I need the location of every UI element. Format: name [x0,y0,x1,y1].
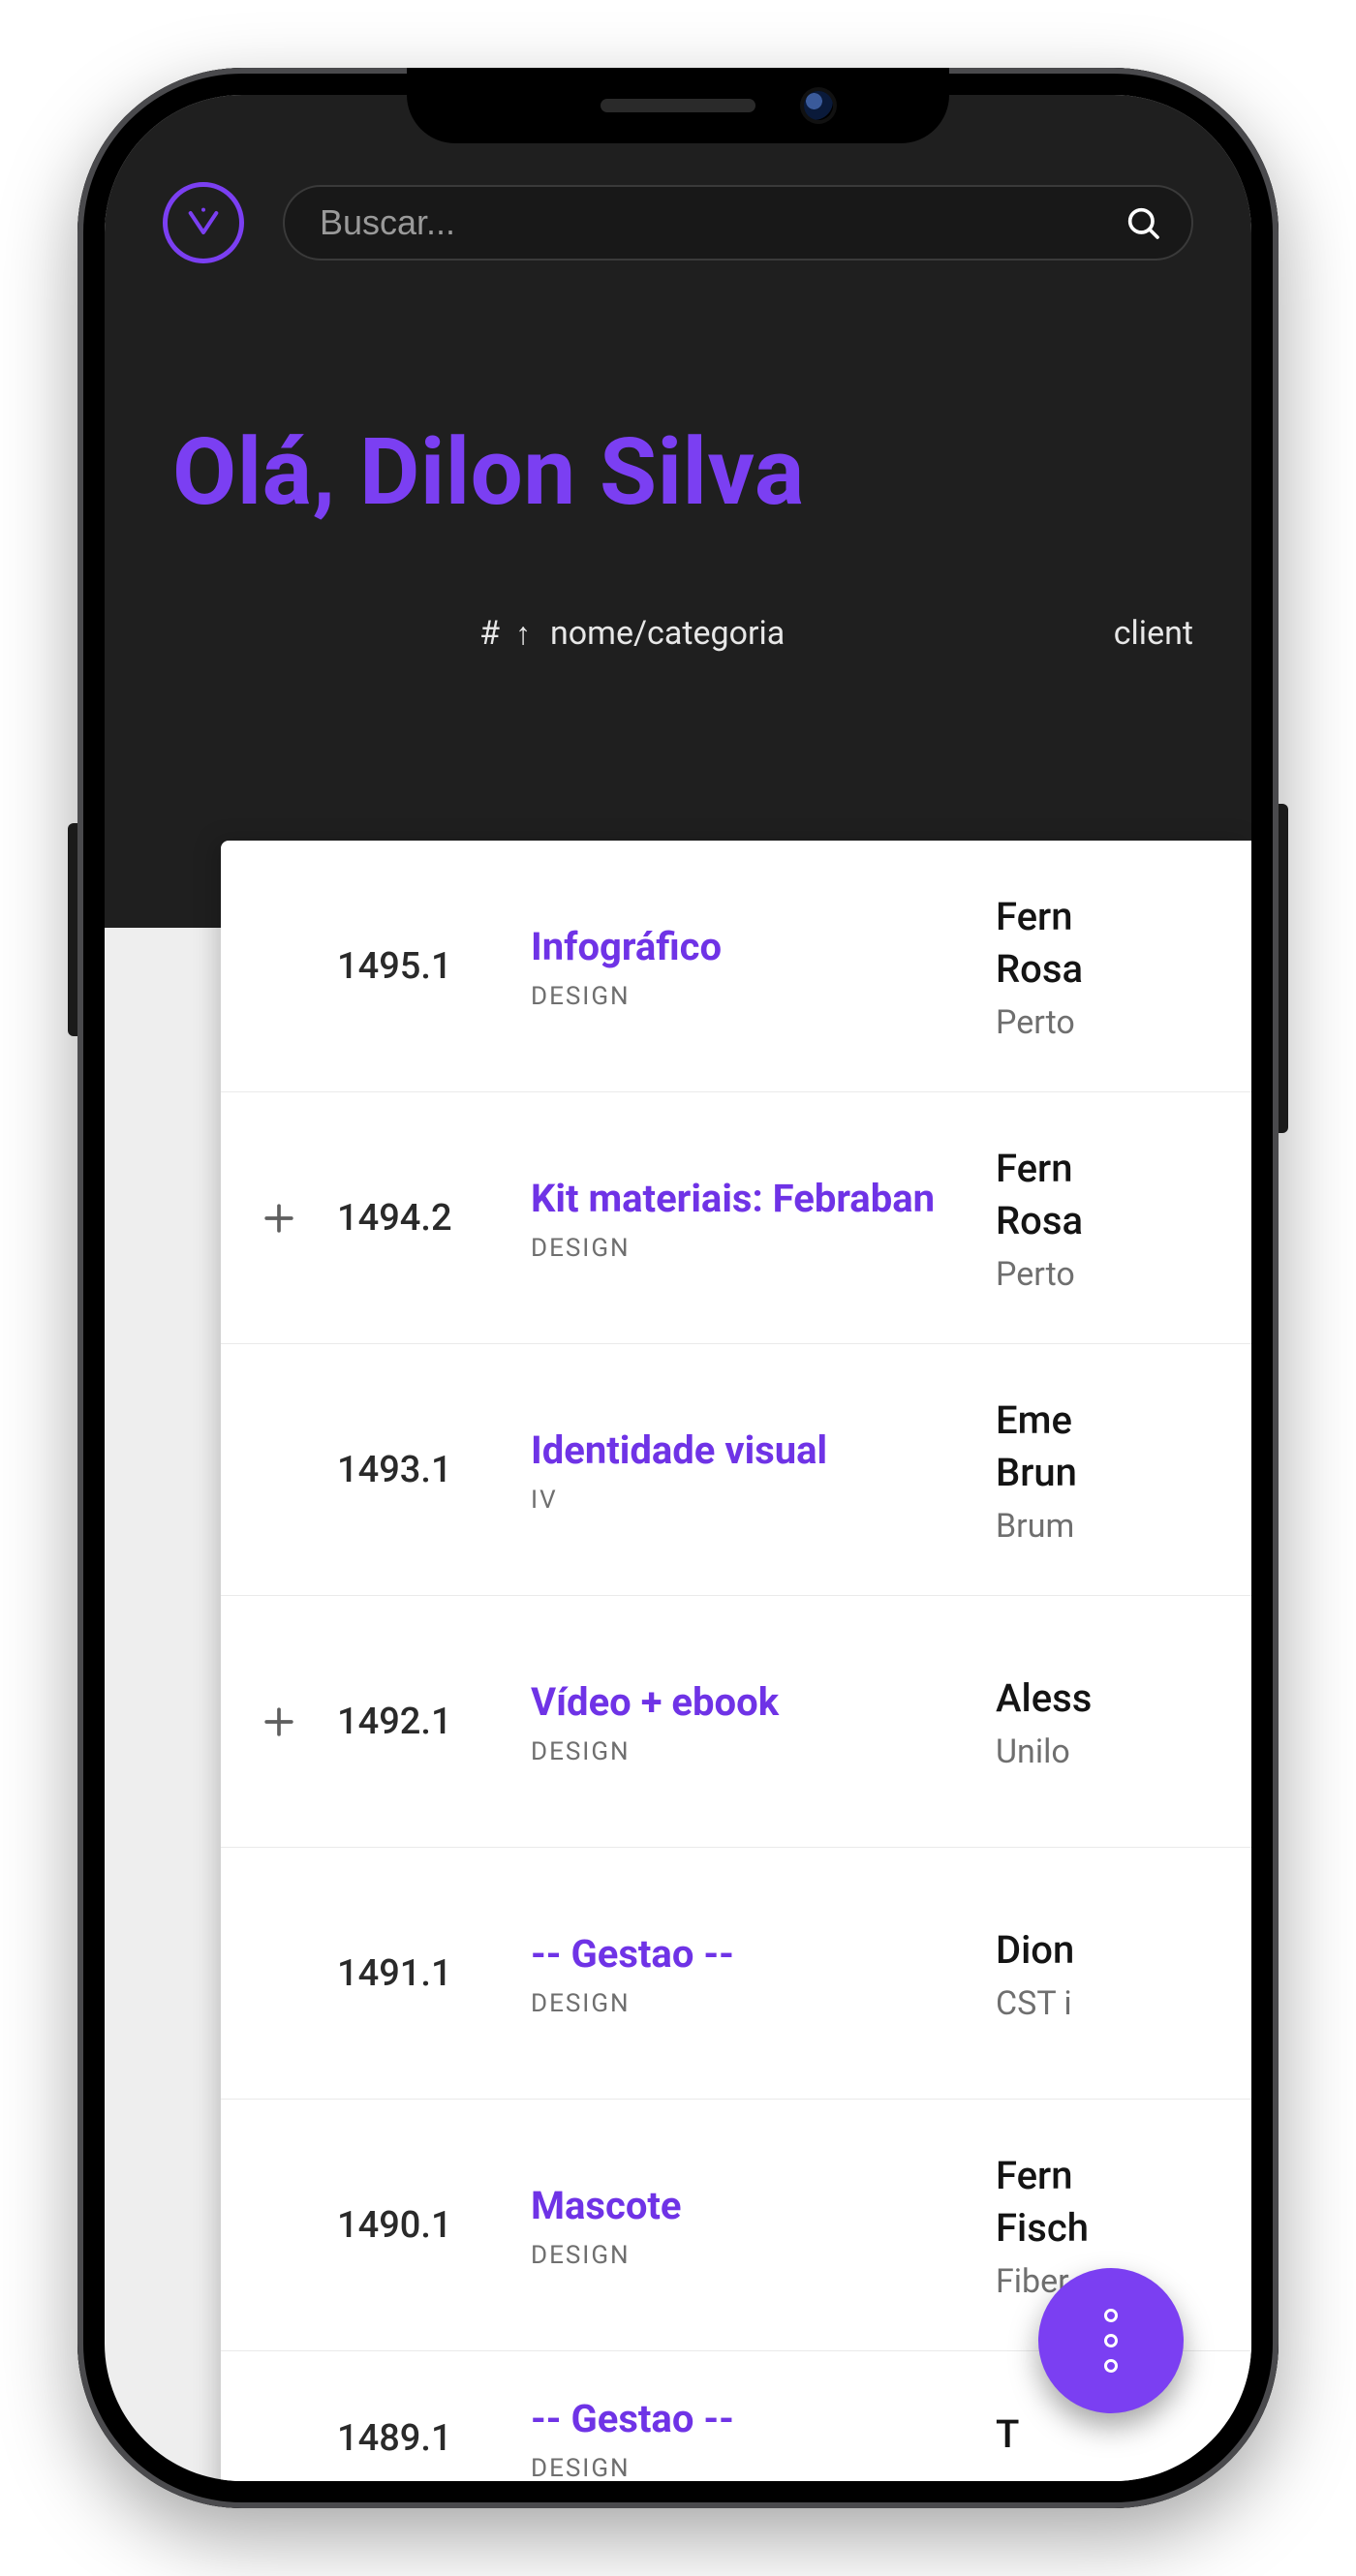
top-bar [163,153,1193,263]
table-row[interactable]: 1493.1 Identidade visual IV Eme Brun Bru… [221,1344,1251,1596]
plus-icon [258,1197,300,1240]
phone-camera [804,91,833,120]
row-client-cell: Aless Unilo [996,1672,1251,1771]
row-name[interactable]: Vídeo + ebook [531,1677,972,1728]
row-name-cell: Identidade visual IV [531,1426,996,1515]
row-name-cell: Kit materiais: Febraban DESIGN [531,1174,996,1263]
row-client-sub: Perto [996,1003,1242,1042]
table-row[interactable]: 1494.2 Kit materiais: Febraban DESIGN Fe… [221,1092,1251,1344]
row-category: IV [531,1486,972,1515]
row-name-cell: Mascote DESIGN [531,2181,996,2270]
row-id: 1491.1 [337,1952,531,1995]
table-row[interactable]: 1495.1 Infográfico DESIGN Fern Rosa Pert… [221,841,1251,1092]
logo-v-icon [184,203,223,242]
row-client-line1: Fern [996,891,1242,943]
row-client-cell: Dion CST i [996,1924,1251,2023]
row-client-sub: Perto [996,1255,1242,1294]
app-header: Olá, Dilon Silva # ↑ nome/categoria clie… [105,95,1251,928]
row-id: 1489.1 [337,2417,531,2460]
row-category: DESIGN [531,982,972,1011]
row-name[interactable]: Kit materiais: Febraban [531,1174,972,1224]
row-category: DESIGN [531,2454,972,2481]
row-name[interactable]: Mascote [531,2181,972,2231]
phone-notch [407,68,949,143]
row-client-line2: Rosa [996,1195,1242,1247]
row-name-cell: -- Gestao -- DESIGN [531,2394,996,2481]
more-vertical-icon [1104,2309,1118,2373]
row-id: 1493.1 [337,1449,531,1491]
row-client-line1: T [996,2408,1242,2461]
row-client-cell: T [996,2408,1251,2469]
row-client-sub: Unilo [996,1733,1242,1771]
column-header-name[interactable]: nome/categoria [550,614,1015,653]
row-name-cell: -- Gestao -- DESIGN [531,1929,996,2018]
phone-speaker [601,99,755,112]
row-name[interactable]: Identidade visual [531,1426,972,1476]
row-id: 1490.1 [337,2204,531,2247]
table-card: 1495.1 Infográfico DESIGN Fern Rosa Pert… [221,841,1251,2481]
row-client-line1: Dion [996,1924,1242,1977]
row-client-cell: Fern Rosa Perto [996,891,1251,1042]
row-name[interactable]: -- Gestao -- [531,2394,972,2444]
row-client-line1: Fern [996,2150,1242,2202]
row-client-line2: Brun [996,1447,1242,1499]
table-header: # ↑ nome/categoria client [163,614,1193,653]
row-id: 1494.2 [337,1197,531,1240]
greeting-title: Olá, Dilon Silva [172,418,1193,527]
row-name-cell: Infográfico DESIGN [531,922,996,1011]
column-header-id[interactable]: # ↑ [240,614,550,653]
fab-more-button[interactable] [1038,2268,1184,2413]
row-name-cell: Vídeo + ebook DESIGN [531,1677,996,1766]
table-row[interactable]: 1492.1 Vídeo + ebook DESIGN Aless Unilo [221,1596,1251,1848]
row-client-cell: Eme Brun Brum [996,1395,1251,1546]
expand-toggle[interactable] [221,1701,337,1743]
sort-ascending-icon[interactable]: ↑ [515,615,531,652]
app-logo[interactable] [163,182,244,263]
screen: Olá, Dilon Silva # ↑ nome/categoria clie… [105,95,1251,2481]
table-row[interactable]: 1491.1 -- Gestao -- DESIGN Dion CST i [221,1848,1251,2100]
row-client-line1: Fern [996,1143,1242,1195]
search-input[interactable] [320,202,1124,243]
row-client-line2: Rosa [996,943,1242,996]
row-id: 1492.1 [337,1701,531,1743]
row-client-line2: Fisch [996,2202,1242,2254]
row-category: DESIGN [531,1737,972,1766]
column-header-client[interactable]: client [1015,614,1193,653]
column-header-id-label: # [479,614,500,653]
row-category: DESIGN [531,2241,972,2270]
phone-frame: Olá, Dilon Silva # ↑ nome/categoria clie… [77,68,1279,2508]
row-name[interactable]: -- Gestao -- [531,1929,972,1979]
row-category: DESIGN [531,1234,972,1263]
row-client-cell: Fern Rosa Perto [996,1143,1251,1294]
row-client-sub: Brum [996,1507,1242,1546]
plus-icon [258,1701,300,1743]
row-id: 1495.1 [337,945,531,988]
row-client-line1: Eme [996,1395,1242,1447]
row-client-sub: CST i [996,1984,1242,2023]
row-name[interactable]: Infográfico [531,922,972,972]
search-field[interactable] [283,185,1193,261]
row-category: DESIGN [531,1989,972,2018]
expand-toggle[interactable] [221,1197,337,1240]
row-client-line1: Aless [996,1672,1242,1725]
search-icon[interactable] [1124,203,1162,242]
